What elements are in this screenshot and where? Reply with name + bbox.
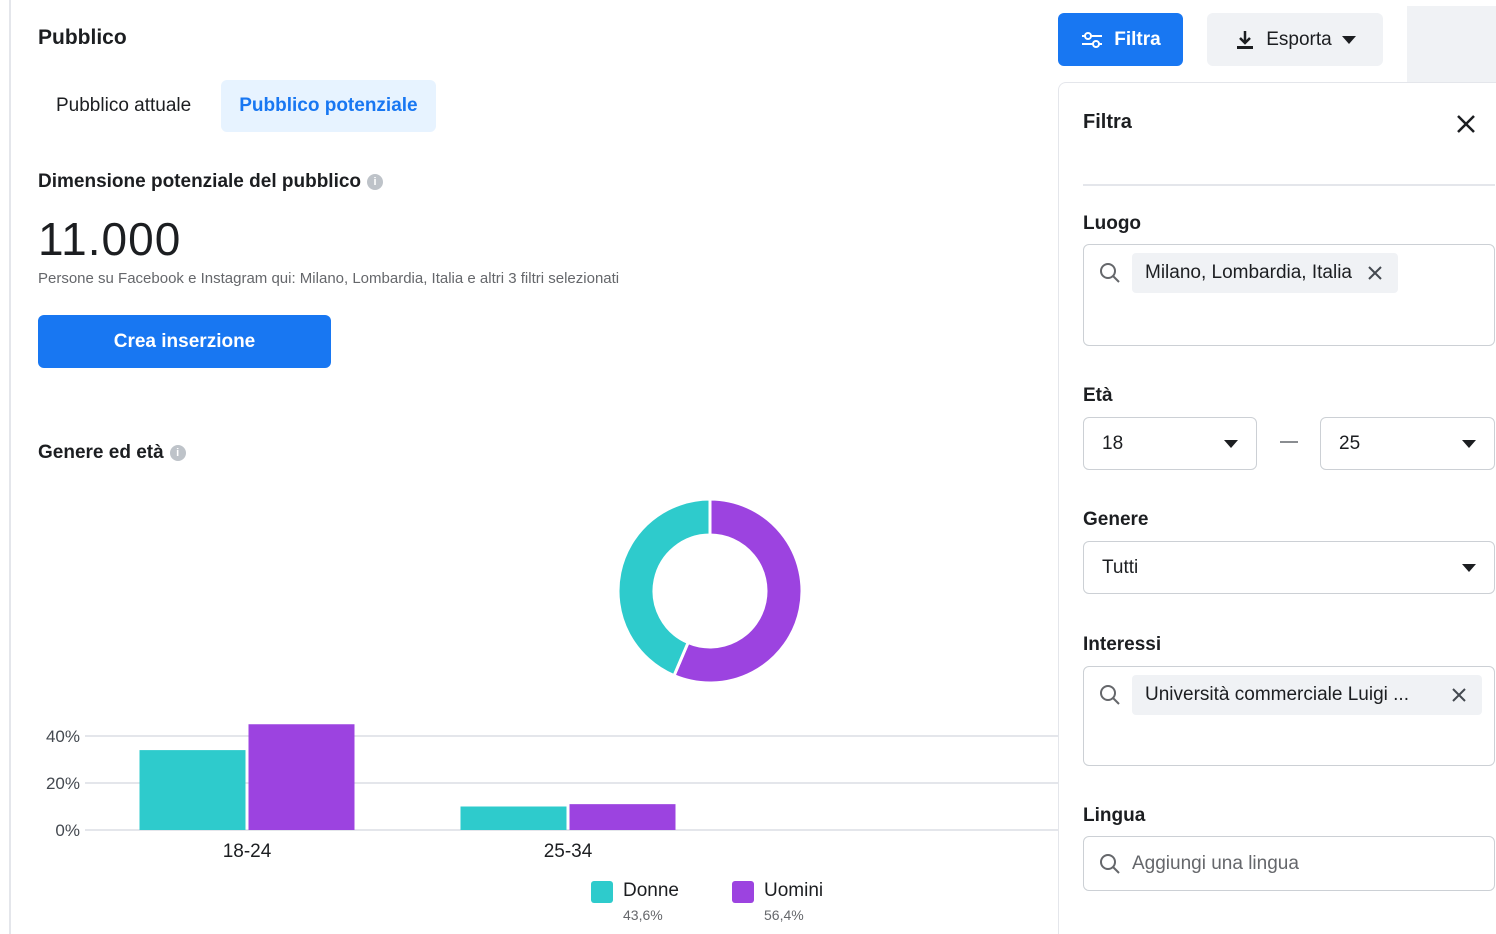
export-button-label: Esporta [1266,28,1332,50]
legend-pct-women: 43,6% [623,907,663,923]
chevron-down-icon [1462,439,1476,448]
legend-swatch-women [591,881,613,903]
x-tick-label: 18-24 [223,841,272,862]
gender-age-label: Genere ed età [38,442,164,463]
x-tick-label: 25-34 [544,841,593,862]
legend-item-men: Uomini 56,4% [732,880,823,923]
create-ad-button[interactable]: Crea inserzione [38,315,331,368]
export-button[interactable]: Esporta [1207,13,1383,66]
location-field[interactable]: Milano, Lombardia, Italia [1083,244,1495,346]
info-icon[interactable]: i [169,445,186,461]
audience-size-note: Persone su Facebook e Instagram qui: Mil… [38,270,620,287]
language-field[interactable] [1083,836,1495,891]
chevron-down-icon [1224,439,1238,448]
age-max-value: 25 [1339,432,1361,454]
legend-pct-men: 56,4% [764,907,804,923]
audience-tabs: Pubblico attuale Pubblico potenziale [38,80,436,132]
gender-value: Tutti [1102,556,1139,578]
tab-potential-audience[interactable]: Pubblico potenziale [221,80,436,132]
search-icon [1100,854,1120,874]
interests-label: Interessi [1083,634,1162,655]
interest-chip: Università commerciale Luigi ... [1132,675,1482,715]
y-tick-label: 20% [46,774,80,793]
interest-chip-label: Università commerciale Luigi ... [1145,684,1409,705]
legend-swatch-men [732,881,754,903]
filter-panel-title: Filtra [1083,111,1132,133]
info-icon[interactable]: i [367,174,384,190]
age-bar-chart: 0% 20% 40% 18-24 25-34 [46,724,1058,862]
audience-size-heading: Dimensione potenziale del pubblico i [38,171,384,193]
chevron-down-icon [1462,563,1476,572]
gender-select[interactable]: Tutti [1083,541,1495,594]
age-min-value: 18 [1102,432,1124,454]
age-range-dash [1280,441,1298,443]
y-tick-label: 40% [46,727,80,746]
gender-label: Genere [1083,509,1149,530]
left-divider [9,0,11,934]
location-chip-label: Milano, Lombardia, Italia [1145,262,1352,283]
legend-item-women: Donne 43,6% [591,880,679,923]
location-label: Luogo [1083,213,1142,234]
filter-button-label: Filtra [1114,28,1161,50]
gender-age-heading: Genere ed età i [38,442,186,464]
filter-panel-divider [1083,184,1495,186]
audience-size-value: 11.000 [38,213,182,265]
remove-icon[interactable] [1366,264,1384,282]
header-extra-area [1407,6,1496,82]
search-icon [1100,685,1120,705]
bar-25-34-uomini[interactable] [569,804,676,830]
interests-field[interactable]: Università commerciale Luigi ... [1083,666,1495,766]
page-title: Pubblico [38,26,127,49]
bar-18-24-donne[interactable] [139,750,246,830]
download-icon [1237,30,1254,49]
legend-label-men: Uomini [764,880,824,901]
language-input[interactable] [1132,852,1472,875]
age-min-select[interactable]: 18 [1083,417,1257,470]
sliders-icon [1082,31,1103,48]
chevron-down-icon [1341,35,1356,44]
y-tick-label: 0% [55,821,80,840]
remove-icon[interactable] [1450,686,1468,704]
filter-button[interactable]: Filtra [1058,13,1183,66]
age-label: Età [1083,385,1113,406]
bar-25-34-donne[interactable] [460,806,567,831]
legend-label-women: Donne [623,880,679,901]
tab-current-audience[interactable]: Pubblico attuale [38,80,209,132]
filter-panel: Filtra Luogo Milano, Lombardia, Italia E… [1058,82,1496,934]
location-chip: Milano, Lombardia, Italia [1132,253,1398,293]
gender-donut-chart [616,497,804,685]
audience-size-label: Dimensione potenziale del pubblico [38,171,362,192]
bar-18-24-uomini[interactable] [248,724,355,830]
close-icon[interactable] [1453,111,1479,137]
language-label: Lingua [1083,805,1146,826]
age-max-select[interactable]: 25 [1320,417,1495,470]
search-icon [1100,263,1120,283]
